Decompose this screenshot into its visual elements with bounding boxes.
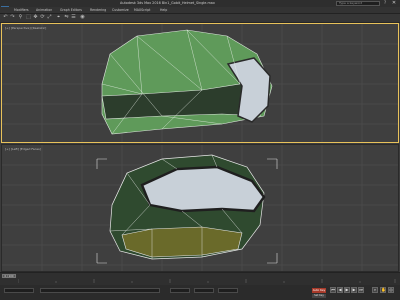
help-icon[interactable]: ?	[382, 0, 388, 7]
viewport-label-top[interactable]: [+] [Perspective] [Realistic]	[5, 26, 46, 30]
link-icon[interactable]: ⚲	[18, 15, 23, 20]
menu-item-maxscript[interactable]: MAXScript	[134, 8, 150, 12]
main-toolbar: ↶ ↷ ⚲ ⬚ ✥ ⟳ ⤢ ⌖ ⇋ ☰ ◉	[0, 14, 400, 23]
coord-y-field[interactable]	[194, 288, 214, 293]
time-slider-handle[interactable]: 0 / 100	[2, 274, 16, 278]
goto-start-icon[interactable]: ⏮	[330, 287, 336, 293]
zoom-icon[interactable]: ⌕	[372, 287, 378, 293]
prev-frame-icon[interactable]: ◀	[337, 287, 343, 293]
viewport-perspective[interactable]: [+] [Perspective] [Realistic]	[1, 23, 399, 143]
menu-item-rendering[interactable]: Rendering	[90, 8, 106, 12]
menu-item-customize[interactable]: Customize	[112, 8, 129, 12]
viewport-left[interactable]: [+] [Left] [Edged Faces]	[1, 144, 399, 272]
render-icon[interactable]: ◉	[80, 15, 85, 20]
scale-icon[interactable]: ⤢	[47, 15, 52, 20]
align-icon[interactable]: ☰	[71, 15, 76, 20]
viewport-label-bottom[interactable]: [+] [Left] [Edged Faces]	[5, 147, 41, 151]
menu-item-animation[interactable]: Animation	[36, 8, 52, 12]
undo-icon[interactable]: ↶	[3, 15, 8, 20]
orbit-icon[interactable]: ◎	[388, 287, 394, 293]
redo-icon[interactable]: ↷	[10, 15, 15, 20]
prompt-line	[40, 288, 160, 293]
set-key-button[interactable]: Set Key	[312, 294, 326, 298]
goto-end-icon[interactable]: ⏭	[358, 287, 364, 293]
viewport-perspective-canvas	[2, 24, 398, 142]
menu-item-help[interactable]: Help	[160, 8, 167, 12]
viewport-left-canvas	[2, 145, 398, 271]
next-frame-icon[interactable]: ▶	[351, 287, 357, 293]
coord-z-field[interactable]	[218, 288, 238, 293]
close-button[interactable]: ✕	[389, 0, 399, 7]
menu-bar: Modifiers Animation Graph Editors Render…	[0, 7, 400, 14]
play-icon[interactable]: ▶	[344, 287, 350, 293]
helmet-model-wireframe[interactable]	[109, 154, 266, 260]
snap-icon[interactable]: ⌖	[56, 15, 61, 20]
maxscript-listener-field[interactable]	[4, 288, 34, 293]
search-input[interactable]: Type a keyword	[336, 1, 380, 6]
move-icon[interactable]: ✥	[33, 15, 38, 20]
status-bar: Auto Key Set Key ⏮ ◀ ▶ ▶ ⏭ ⌕ ✋ ◎	[0, 285, 400, 300]
select-icon[interactable]: ⬚	[26, 15, 31, 20]
auto-key-button[interactable]: Auto Key	[312, 288, 326, 293]
time-slider[interactable]: 0 / 100	[0, 272, 400, 285]
window-title: Autodesk 3ds Max 2016 Bin1_Gobit_Helmet_…	[120, 1, 215, 5]
mirror-icon[interactable]: ⇋	[64, 15, 69, 20]
coord-x-field[interactable]	[170, 288, 190, 293]
menu-item-modifiers[interactable]: Modifiers	[14, 8, 29, 12]
pan-icon[interactable]: ✋	[380, 287, 386, 293]
title-bar: Autodesk 3ds Max 2016 Bin1_Gobit_Helmet_…	[0, 0, 400, 7]
timeline-ticks	[18, 279, 396, 283]
helmet-model-perspective[interactable]	[101, 29, 273, 135]
rotate-icon[interactable]: ⟳	[40, 15, 45, 20]
menu-item-graph-editors[interactable]: Graph Editors	[60, 8, 82, 12]
